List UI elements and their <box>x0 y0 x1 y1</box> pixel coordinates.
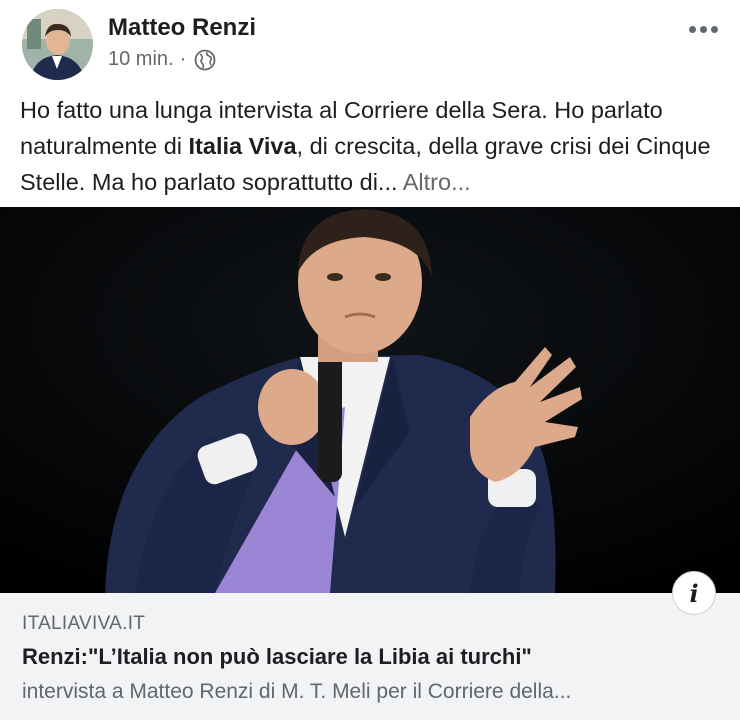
post-photo[interactable] <box>0 207 740 593</box>
link-domain: ITALIAVIVA.IT <box>22 613 146 634</box>
post-header: Matteo Renzi 10 min. · <box>0 0 740 90</box>
avatar-image <box>22 9 93 80</box>
meta-separator: · <box>179 48 187 70</box>
speaker-photo <box>0 207 740 593</box>
more-options-icon[interactable] <box>689 26 718 33</box>
author-name[interactable]: Matteo Renzi <box>108 14 256 42</box>
link-description: intervista a Matteo Renzi di M. T. Meli … <box>22 680 572 703</box>
link-title[interactable]: Renzi:"L’Italia non può lasciare la Libi… <box>22 644 532 670</box>
see-more-link[interactable]: Altro... <box>403 169 471 195</box>
post-text-bold[interactable]: Italia Viva <box>189 133 297 159</box>
info-icon[interactable]: i <box>672 571 716 615</box>
post-meta: 10 min. · <box>108 48 216 71</box>
globe-icon <box>194 49 216 70</box>
post-text: Ho fatto una lunga intervista al Corrier… <box>20 92 720 200</box>
link-preview-card[interactable]: ITALIAVIVA.IT Renzi:"L’Italia non può la… <box>0 593 740 720</box>
author-avatar[interactable] <box>22 9 93 80</box>
post-time[interactable]: 10 min. <box>108 48 174 71</box>
